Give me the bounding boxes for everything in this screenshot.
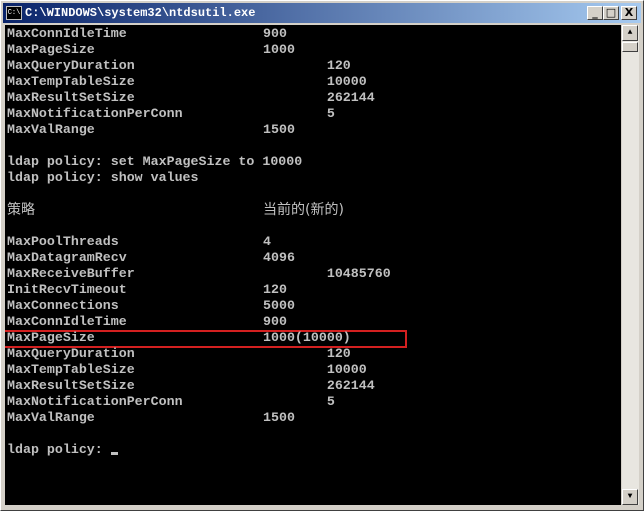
- scroll-up-button[interactable]: ▲: [622, 25, 638, 41]
- line-label: MaxPageSize: [7, 330, 95, 345]
- console-line: MaxDatagramRecv 4096: [7, 250, 295, 266]
- window-title: C:\WINDOWS\system32\ntdsutil.exe: [25, 6, 256, 20]
- console-line: MaxPageSize 1000(10000): [7, 330, 351, 346]
- line-label: MaxQueryDuration: [7, 58, 135, 73]
- console-line: MaxConnIdleTime 900: [7, 26, 287, 42]
- line-label: MaxQueryDuration: [7, 346, 135, 361]
- line-label: MaxDatagramRecv: [7, 250, 127, 265]
- console-icon[interactable]: C:\: [6, 6, 22, 20]
- line-label: MaxNotificationPerConn: [7, 106, 183, 121]
- console-line: MaxConnIdleTime 900: [7, 314, 287, 330]
- console-line: MaxTempTableSize 10000: [7, 74, 367, 90]
- console-output[interactable]: ldap policy: MaxConnIdleTime 900 MaxPageSi…: [5, 25, 621, 505]
- line-value: 1500: [263, 122, 295, 137]
- console-line: MaxReceiveBuffer 10485760: [7, 266, 391, 282]
- console-line: MaxValRange 1500: [7, 122, 295, 138]
- line-value: 4096: [263, 250, 295, 265]
- minimize-button[interactable]: _: [587, 6, 603, 20]
- scroll-thumb[interactable]: [622, 42, 638, 52]
- console-line: MaxTempTableSize 10000: [7, 362, 367, 378]
- line-label: MaxReceiveBuffer: [7, 266, 135, 281]
- console-line: MaxResultSetSize 262144: [7, 378, 375, 394]
- console-line: MaxPoolThreads 4: [7, 234, 271, 250]
- line-label: MaxConnections: [7, 298, 119, 313]
- line-label: MaxValRange: [7, 122, 95, 137]
- console-line: MaxNotificationPerConn 5: [7, 394, 335, 410]
- line-label: MaxNotificationPerConn: [7, 394, 183, 409]
- maximize-button[interactable]: □: [603, 6, 619, 20]
- console-line: InitRecvTimeout 120: [7, 282, 287, 298]
- line-value: 10000: [263, 74, 367, 89]
- console-window: C:\ C:\WINDOWS\system32\ntdsutil.exe _ □…: [0, 0, 644, 511]
- line-label: ldap policy: set MaxPageSize to 10000: [7, 154, 303, 169]
- prompt-line[interactable]: ldap policy:: [7, 442, 118, 458]
- line-label: MaxPoolThreads: [7, 234, 119, 249]
- line-value: 4: [263, 234, 271, 249]
- console-line: ldap policy: set MaxPageSize to 10000: [7, 154, 302, 170]
- prompt-text: ldap policy:: [7, 442, 111, 457]
- line-label: MaxPageSize: [7, 42, 95, 57]
- title-bar[interactable]: C:\ C:\WINDOWS\system32\ntdsutil.exe _ □…: [3, 3, 641, 23]
- line-value: 900: [263, 314, 287, 329]
- console-line: MaxPageSize 1000: [7, 42, 295, 58]
- line-value: 1000: [263, 42, 295, 57]
- vertical-scrollbar[interactable]: ▲ ▼: [622, 25, 639, 505]
- console-line: ldap policy: show values: [7, 170, 199, 186]
- text-cursor: [110, 452, 118, 455]
- console-line: MaxQueryDuration 120: [7, 58, 351, 74]
- line-label: MaxValRange: [7, 410, 95, 425]
- line-label: MaxConnIdleTime: [7, 26, 127, 41]
- line-value: 120: [263, 282, 287, 297]
- line-value: 5: [263, 106, 335, 121]
- line-label: MaxResultSetSize: [7, 378, 135, 393]
- console-line: MaxQueryDuration 120: [7, 346, 351, 362]
- scroll-down-button[interactable]: ▼: [622, 489, 638, 505]
- line-value: 5: [263, 394, 335, 409]
- line-label: MaxTempTableSize: [7, 74, 135, 89]
- line-value: 10000: [263, 362, 367, 377]
- line-label: 策略: [7, 202, 35, 218]
- line-value: 1000(10000): [263, 330, 351, 345]
- console-line: MaxNotificationPerConn 5: [7, 106, 335, 122]
- line-value: 120: [263, 58, 351, 73]
- line-value: 120: [263, 346, 351, 361]
- line-label: InitRecvTimeout: [7, 282, 127, 297]
- line-label: MaxConnIdleTime: [7, 314, 127, 329]
- console-line: MaxConnections 5000: [7, 298, 295, 314]
- close-button[interactable]: X: [621, 6, 637, 20]
- console-line: MaxValRange 1500: [7, 410, 295, 426]
- line-value: 当前的(新的): [263, 202, 344, 218]
- line-value: 1500: [263, 410, 295, 425]
- line-value: 900: [263, 26, 287, 41]
- console-line: 策略 当前的(新的): [7, 202, 344, 218]
- line-value: 5000: [263, 298, 295, 313]
- line-value: 10485760: [263, 266, 391, 281]
- line-value: 262144: [263, 378, 375, 393]
- line-label: MaxResultSetSize: [7, 90, 135, 105]
- line-value: 262144: [263, 90, 375, 105]
- line-label: MaxTempTableSize: [7, 362, 135, 377]
- line-label: ldap policy: show values: [7, 170, 199, 185]
- console-line: MaxResultSetSize 262144: [7, 90, 375, 106]
